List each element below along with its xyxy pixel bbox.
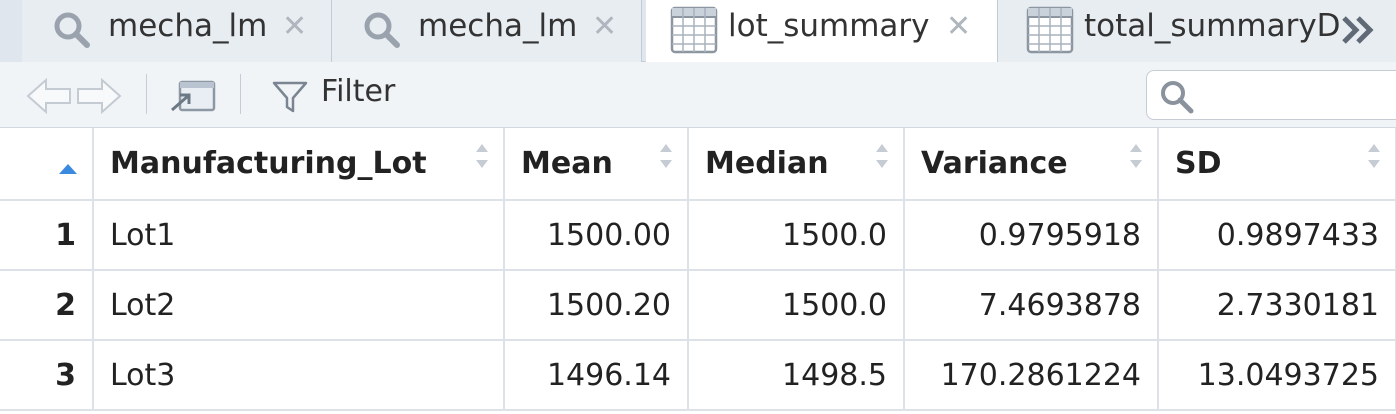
tab-label: mecha_lm	[418, 8, 578, 44]
table-row: 2 Lot2 1500.20 1500.0 7.4693878 2.733018…	[0, 270, 1396, 341]
table-cell: 0.9897433	[1158, 200, 1396, 271]
table-cell: Lot3	[93, 340, 505, 411]
table-cell: 13.0493725	[1158, 340, 1396, 411]
column-header-mean[interactable]: Mean	[504, 128, 689, 201]
column-header-label: SD	[1175, 146, 1222, 181]
forward-arrow-icon[interactable]	[76, 77, 122, 118]
column-header-label: Median	[705, 146, 829, 181]
row-index: 2	[0, 270, 94, 341]
close-icon[interactable]: ✕	[282, 9, 307, 44]
table-cell: Lot2	[93, 270, 505, 341]
column-header-label: Mean	[521, 146, 613, 181]
column-header-manufacturing-lot[interactable]: Manufacturing_Lot	[93, 128, 505, 201]
close-icon[interactable]: ✕	[946, 9, 971, 44]
close-icon[interactable]: ✕	[592, 9, 617, 44]
table-cell: 7.4693878	[904, 270, 1159, 341]
tab-lot-summary[interactable]: lot_summary ✕	[646, 0, 998, 63]
sort-ascending-icon	[58, 148, 78, 183]
column-header-label: Manufacturing_Lot	[110, 146, 427, 181]
sort-icon	[475, 142, 489, 170]
table-cell: 1500.20	[504, 270, 689, 341]
table-cell: Lot1	[93, 200, 505, 271]
column-header-label: Variance	[921, 146, 1068, 181]
tab-bar: mecha_lm ✕ mecha_lm ✕ lot_summary ✕ tota…	[0, 0, 1396, 63]
search-icon	[52, 10, 92, 58]
back-arrow-icon[interactable]	[26, 77, 72, 118]
sort-icon	[875, 142, 889, 170]
tab-bar-gutter	[0, 0, 22, 62]
table-icon	[670, 6, 718, 62]
tab-total-summary[interactable]: total_summaryD	[998, 0, 1396, 62]
toolbar-separator	[240, 74, 241, 114]
row-index-header[interactable]	[0, 128, 94, 201]
table-cell: 1496.14	[504, 340, 689, 411]
table-icon	[1026, 6, 1074, 62]
table-cell: 1500.00	[504, 200, 689, 271]
data-table: Manufacturing_Lot Mean Median Variance S…	[0, 128, 1396, 411]
tab-label: mecha_lm	[108, 8, 268, 44]
table-row: 1 Lot1 1500.00 1500.0 0.9795918 0.989743…	[0, 200, 1396, 271]
search-icon	[1159, 79, 1195, 119]
column-header-variance[interactable]: Variance	[904, 128, 1159, 201]
table-row: 3 Lot3 1496.14 1498.5 170.2861224 13.049…	[0, 340, 1396, 411]
sort-icon	[1367, 142, 1381, 170]
table-cell: 1500.0	[688, 270, 905, 341]
table-cell: 170.2861224	[904, 340, 1159, 411]
sort-icon	[1129, 142, 1143, 170]
table-cell: 1498.5	[688, 340, 905, 411]
filter-icon[interactable]	[272, 80, 308, 118]
table-cell: 0.9795918	[904, 200, 1159, 271]
tab-overflow-icon[interactable]	[1340, 12, 1380, 52]
column-header-median[interactable]: Median	[688, 128, 905, 201]
tab-mecha-lm-1[interactable]: mecha_lm ✕	[22, 0, 332, 62]
row-index: 1	[0, 200, 94, 271]
table-cell: 2.7330181	[1158, 270, 1396, 341]
search-icon	[362, 10, 402, 58]
column-header-sd[interactable]: SD	[1158, 128, 1396, 201]
search-input[interactable]	[1146, 70, 1396, 120]
toolbar: Filter	[0, 62, 1396, 128]
table-cell: 1500.0	[688, 200, 905, 271]
tab-label: total_summaryD	[1084, 8, 1339, 44]
toolbar-separator	[146, 74, 147, 114]
tab-mecha-lm-2[interactable]: mecha_lm ✕	[332, 0, 642, 62]
sort-icon	[659, 142, 673, 170]
filter-button[interactable]: Filter	[321, 74, 395, 109]
tab-label: lot_summary	[728, 8, 930, 44]
row-index: 3	[0, 340, 94, 411]
popout-window-icon[interactable]	[168, 76, 218, 120]
header-row: Manufacturing_Lot Mean Median Variance S…	[0, 128, 1396, 201]
